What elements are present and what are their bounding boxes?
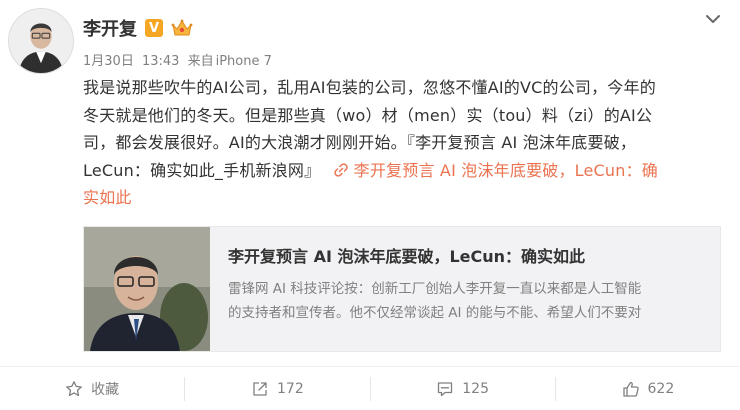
avatar[interactable] <box>8 8 74 74</box>
article-card[interactable]: 李开复预言 AI 泡沫年底要破，LeCun：确实如此 雷锋网 AI 科技评论按：… <box>83 226 721 352</box>
comment-icon <box>438 381 453 396</box>
article-description: 雷锋网 AI 科技评论按：创新工厂创始人李开复一直以来都是人工智能 的支持者和宣… <box>228 277 708 325</box>
star-icon <box>66 380 82 396</box>
like-count: 622 <box>647 380 675 397</box>
post-meta: 1月30日 13:43 来自 iPhone 7 <box>83 50 272 69</box>
post-text-line: 司，都会发展很好。AI的大浪潮才刚刚开始。『李开复预言 AI 泡沫年底要破， <box>83 133 637 152</box>
comment-count: 125 <box>462 380 489 397</box>
post-text-line: 实如此 <box>83 184 723 212</box>
author-name[interactable]: 李开复 <box>83 15 137 41</box>
post-text-line: 我是说那些吹牛的AI公司，乱用AI包装的公司，忽悠不懂AI的VC的公司，今年的 <box>83 78 656 97</box>
post-text-segment: LeCun：确实如此_手机新浪网』 <box>83 160 321 180</box>
article-thumbnail <box>84 227 210 351</box>
like-button[interactable]: 622 <box>556 374 740 404</box>
article-thumbnail-image <box>84 227 210 351</box>
repost-button[interactable]: 172 <box>185 374 369 404</box>
weibo-post: 李开复 V 1月30日 13:43 来自 iPhone 7 我是说那些吹牛的AI公… <box>0 0 740 410</box>
verified-badge[interactable]: V <box>145 19 163 37</box>
post-time[interactable]: 13:43 <box>142 54 179 69</box>
article-link-continued[interactable]: 实如此 <box>83 188 132 207</box>
article-link[interactable]: 李开复预言 AI 泡沫年底要破，LeCun：确 <box>354 161 658 180</box>
article-description-line: 的支持者和宣传者。他不仅经常谈起 AI 的能与不能、希望人们不要对 <box>228 305 642 321</box>
repost-icon <box>253 381 267 396</box>
repost-count: 172 <box>277 380 304 397</box>
avatar-image <box>9 9 73 73</box>
comment-button[interactable]: 125 <box>371 374 555 404</box>
post-text: 我是说那些吹牛的AI公司，乱用AI包装的公司，忽悠不懂AI的VC的公司，今年的 … <box>83 74 723 212</box>
post-text-line: 冬天就是他们的冬天。但是那些真（wo）材（men）实（tou）料（zi）的AI公 <box>83 105 653 125</box>
favorite-label: 收藏 <box>91 381 120 398</box>
crown-icon[interactable] <box>171 18 193 38</box>
author-row: 李开复 V <box>83 14 193 42</box>
article-description-line: 雷锋网 AI 科技评论按：创新工厂创始人李开复一直以来都是人工智能 <box>228 281 642 297</box>
post-text-line: LeCun：确实如此_手机新浪网』 李开复预言 AI 泡沫年底要破，LeCun：… <box>83 157 723 185</box>
like-icon <box>622 381 639 397</box>
article-title[interactable]: 李开复预言 AI 泡沫年底要破，LeCun：确实如此 <box>228 243 708 267</box>
link-icon <box>333 162 348 177</box>
post-date[interactable]: 1月30日 <box>83 54 134 69</box>
source-prefix: 来自 <box>187 54 214 69</box>
post-source: iPhone 7 <box>215 54 272 69</box>
article-card-body: 李开复预言 AI 泡沫年底要破，LeCun：确实如此 雷锋网 AI 科技评论按：… <box>210 227 722 351</box>
action-bar: 收藏 172 125 622 <box>0 366 740 410</box>
chevron-down-icon[interactable] <box>704 10 722 28</box>
favorite-button[interactable]: 收藏 <box>0 374 184 404</box>
